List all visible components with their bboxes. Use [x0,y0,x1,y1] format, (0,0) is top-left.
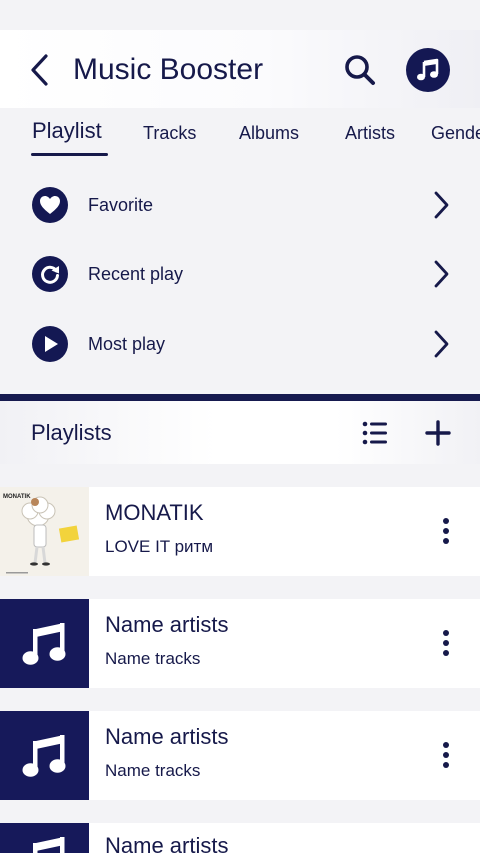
search-button[interactable] [340,50,380,90]
music-note-icon [32,837,64,853]
chevron-right-icon [434,330,449,358]
chevron-right-icon [434,260,449,288]
playlist-artist: Name artists [105,724,229,749]
playlist-item[interactable]: MONATIK MONATIK LOVE IT ритм [0,487,480,576]
favorite-label: Favorite [88,195,154,215]
playlist-thumbnail [0,711,89,800]
playlist-track: LOVE IT ритм [105,537,214,556]
cover-label: MONATIK [3,494,31,500]
most-play-label: Most play [88,334,166,354]
playlist-artist: Name artists [105,612,229,637]
playlist-item[interactable]: Name artists [0,823,480,853]
add-playlist-button[interactable] [420,415,456,451]
more-options-button[interactable] [430,735,462,775]
recent-play-row[interactable]: Recent play [0,244,480,304]
active-tab-indicator [31,153,108,156]
tab-bar: Playlist Tracks Albums Artists Gende [0,108,480,162]
list-icon [362,421,387,445]
refresh-icon [41,265,59,284]
chevron-right-icon [434,191,449,219]
list-view-button[interactable] [358,417,392,449]
more-vertical-icon [443,630,449,656]
tab-playlist[interactable]: Playlist [32,118,102,144]
heart-icon [40,196,60,214]
playlist-item[interactable]: Name artists Name tracks [0,711,480,800]
album-art-image: MONATIK [0,487,89,576]
favorite-icon-badge [32,187,68,223]
playlists-header: Playlists [0,401,480,464]
playlist-thumbnail [0,823,89,853]
favorite-row[interactable]: Favorite [0,175,480,235]
recent-play-chevron[interactable] [426,258,456,290]
section-divider [0,394,480,401]
app-header: Music Booster [0,30,480,108]
most-play-icon-badge [32,326,68,362]
more-options-button[interactable] [430,623,462,663]
music-note-icon [22,622,65,665]
music-note-icon [417,58,439,81]
recent-play-label: Recent play [88,264,184,284]
playlist-item[interactable]: Name artists Name tracks [0,599,480,688]
music-note-icon [22,734,65,777]
status-bar [0,0,480,30]
plus-icon [425,420,451,446]
tab-artists[interactable]: Artists [345,122,395,144]
recent-icon-badge [32,256,68,292]
more-vertical-icon [443,518,449,544]
playlist-track: Name tracks [105,649,201,668]
more-options-button[interactable] [430,511,462,551]
most-play-chevron[interactable] [426,328,456,360]
play-icon [45,336,58,352]
chevron-left-icon [31,54,48,86]
playlist-track: Name tracks [105,761,201,780]
search-icon [345,55,375,85]
tab-gender[interactable]: Gende [431,122,480,144]
playlist-thumbnail [0,599,89,688]
album-cover: MONATIK [0,487,89,576]
most-play-row[interactable]: Most play [0,314,480,374]
playlist-artist: MONATIK [105,500,204,525]
playlist-artist: Name artists [105,833,229,853]
tab-albums[interactable]: Albums [239,122,299,144]
tab-tracks[interactable]: Tracks [143,122,196,144]
more-vertical-icon [443,742,449,768]
app-title: Music Booster [73,53,264,86]
music-button[interactable] [406,48,450,92]
playlists-title: Playlists [31,420,112,445]
favorite-chevron[interactable] [426,189,456,221]
back-button[interactable] [22,52,56,88]
